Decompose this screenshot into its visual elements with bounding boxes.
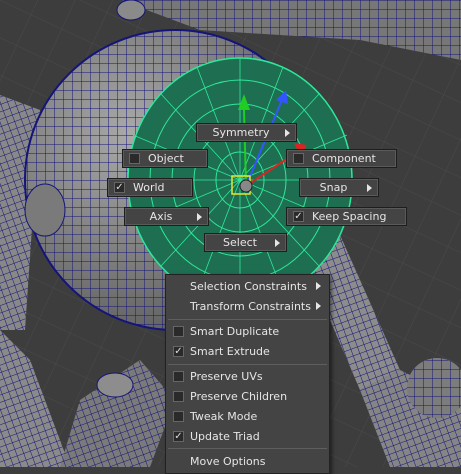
preserve-uvs-item[interactable]: Preserve UVs — [166, 366, 329, 386]
menu-divider — [168, 319, 327, 320]
snap-menu[interactable]: Snap — [299, 178, 379, 197]
smart-extrude-label: Smart Extrude — [190, 344, 270, 358]
checkbox-icon[interactable]: ✓ — [114, 182, 125, 193]
checkbox-icon[interactable]: ✓ — [173, 430, 184, 442]
transform-constraints-item[interactable]: Transform Constraints — [166, 296, 329, 316]
axis-label: Axis — [149, 210, 173, 223]
checkbox-icon[interactable] — [173, 390, 184, 402]
preserve-children-label: Preserve Children — [190, 389, 288, 403]
checkbox-icon[interactable] — [129, 153, 140, 164]
menu-divider — [168, 364, 327, 365]
snap-label: Snap — [319, 181, 348, 194]
smart-extrude-item[interactable]: ✓ Smart Extrude — [166, 341, 329, 361]
move-options-label: Move Options — [190, 454, 266, 468]
checkbox-icon[interactable] — [173, 410, 184, 422]
axis-menu[interactable]: Axis — [124, 207, 209, 226]
world-toggle[interactable]: ✓ World — [107, 178, 193, 197]
symmetry-label: Symmetry — [212, 126, 270, 139]
select-menu[interactable]: Select — [204, 233, 287, 252]
checkbox-icon[interactable]: ✓ — [173, 345, 184, 357]
update-triad-item[interactable]: ✓ Update Triad — [166, 426, 329, 446]
selection-constraints-label: Selection Constraints — [190, 279, 307, 293]
update-triad-label: Update Triad — [190, 429, 260, 443]
object-label: Object — [148, 152, 184, 165]
submenu-arrow-icon — [285, 128, 290, 137]
checkbox-icon[interactable] — [293, 153, 304, 164]
smart-duplicate-label: Smart Duplicate — [190, 324, 280, 338]
keep-spacing-label: Keep Spacing — [312, 210, 387, 223]
checkbox-icon[interactable] — [173, 370, 184, 382]
symmetry-menu[interactable]: Symmetry — [196, 123, 297, 142]
tweak-mode-label: Tweak Mode — [190, 409, 258, 423]
preserve-children-item[interactable]: Preserve Children — [166, 386, 329, 406]
move-options-item[interactable]: Move Options — [166, 451, 329, 471]
submenu-arrow-icon — [275, 238, 280, 247]
smart-duplicate-item[interactable]: Smart Duplicate — [166, 321, 329, 341]
keep-spacing-toggle[interactable]: ✓ Keep Spacing — [286, 207, 407, 226]
preserve-uvs-label: Preserve UVs — [190, 369, 263, 383]
component-toggle[interactable]: Component — [286, 149, 397, 168]
selection-constraints-item[interactable]: Selection Constraints — [166, 276, 329, 296]
submenu-arrow-icon — [316, 302, 321, 310]
checkbox-icon[interactable]: ✓ — [293, 211, 304, 222]
submenu-arrow-icon — [367, 183, 372, 192]
tweak-mode-item[interactable]: Tweak Mode — [166, 406, 329, 426]
menu-divider — [168, 448, 327, 449]
submenu-arrow-icon — [197, 212, 202, 221]
object-toggle[interactable]: Object — [122, 149, 208, 168]
checkbox-icon[interactable] — [173, 325, 184, 337]
transform-constraints-label: Transform Constraints — [190, 299, 311, 313]
select-label: Select — [223, 236, 257, 249]
world-label: World — [133, 181, 165, 194]
component-label: Component — [312, 152, 376, 165]
submenu-arrow-icon — [316, 282, 321, 290]
move-options-dropdown: Selection Constraints Transform Constrai… — [165, 274, 330, 474]
